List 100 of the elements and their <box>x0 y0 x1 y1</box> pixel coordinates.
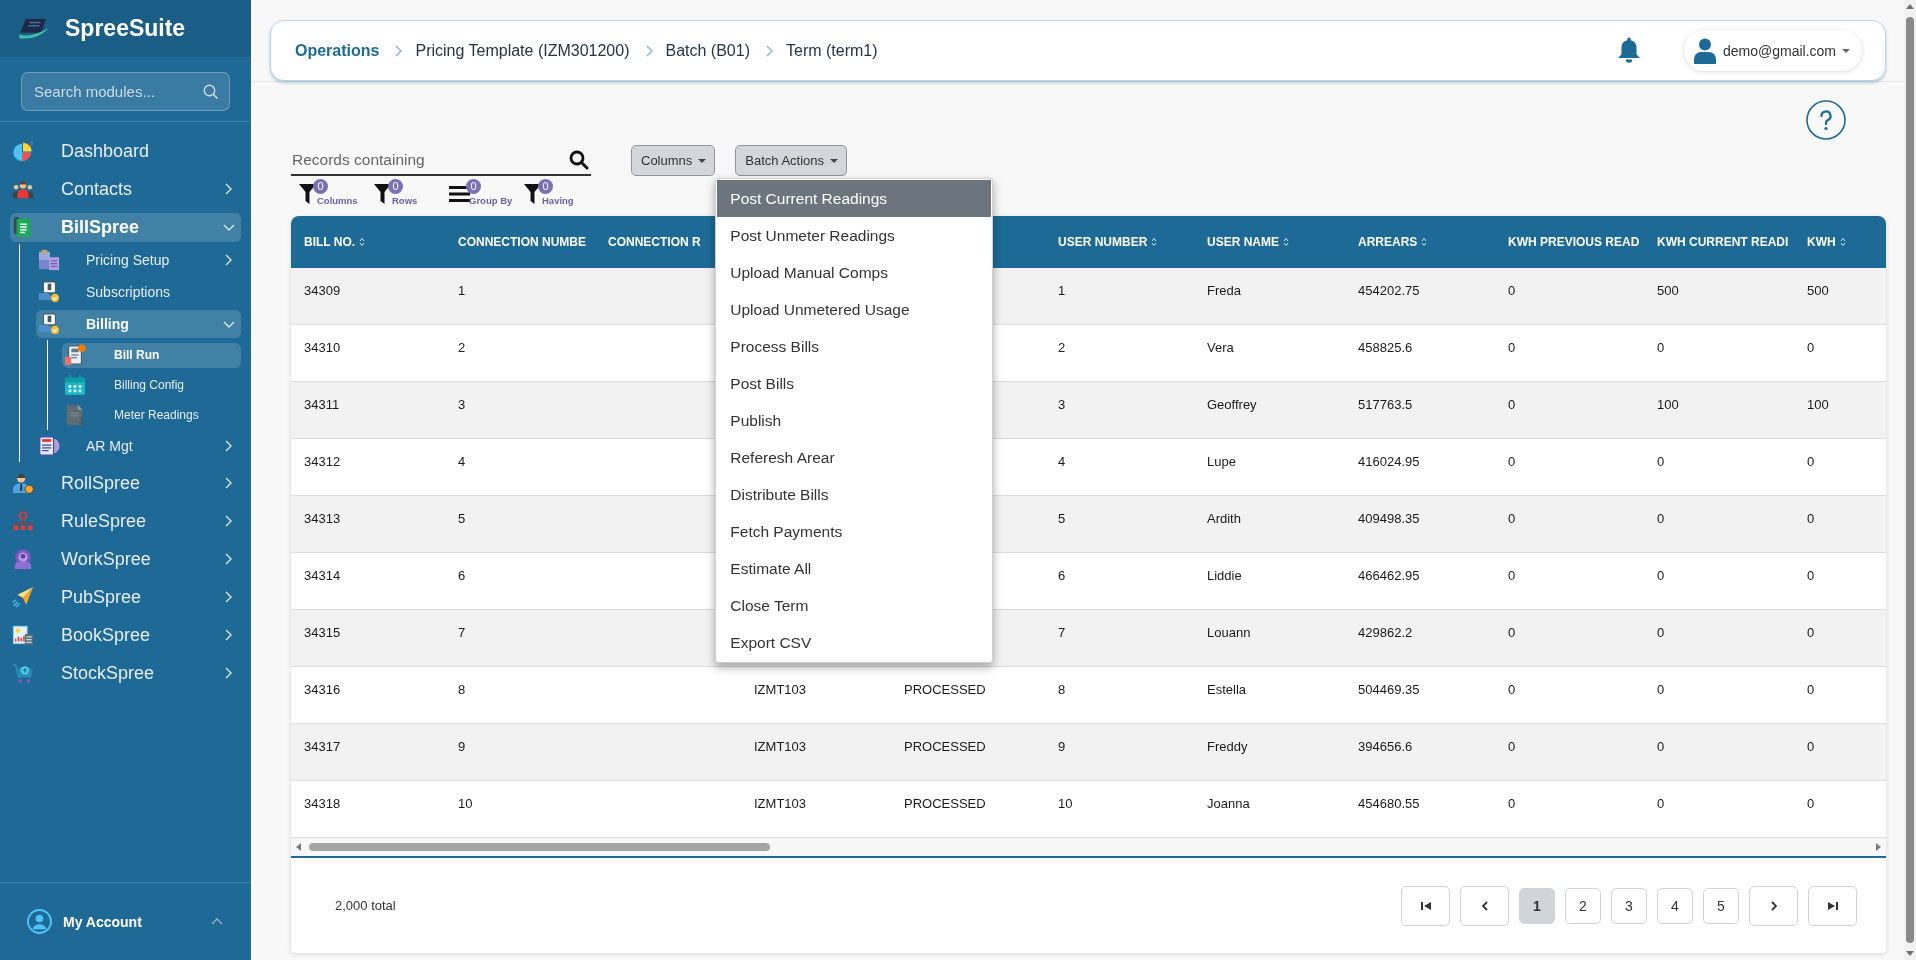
menu-item[interactable]: Fetch Payments <box>717 513 992 550</box>
scroll-up-icon[interactable] <box>1906 4 1914 9</box>
first-page-icon <box>1420 900 1431 911</box>
person-coin-icon <box>12 472 34 494</box>
sidebar-item[interactable]: Meter Readings <box>62 402 241 428</box>
table-cell-text: 34310 <box>303 339 342 355</box>
column-header[interactable]: USER NAME <box>1194 216 1345 268</box>
sidebar-item[interactable]: PubSpree <box>10 582 241 612</box>
scroll-left-icon[interactable] <box>296 843 301 851</box>
sidebar-item[interactable]: BillSpree <box>10 212 241 242</box>
menu-item[interactable]: Post Unmeter Readings <box>717 217 992 254</box>
column-header[interactable]: KWH CURRENT READI <box>1644 216 1794 268</box>
table-cell-text: 0 <box>1507 510 1517 526</box>
menu-item[interactable]: Upload Manual Comps <box>717 254 992 291</box>
sidebar-item[interactable]: Billing Config <box>62 372 241 398</box>
table-cell-text: 100 <box>1806 396 1830 412</box>
gear-person-icon <box>12 548 34 570</box>
filter-button[interactable]: Having 0 <box>524 179 599 209</box>
menu-item[interactable]: Referesh Arear <box>717 439 992 476</box>
first-page-button[interactable] <box>1401 885 1450 926</box>
menu-item[interactable]: Publish <box>717 402 992 439</box>
menu-item[interactable]: Process Bills <box>717 328 992 365</box>
chevron-up-icon <box>211 918 223 925</box>
page-button[interactable]: 5 <box>1703 887 1739 924</box>
scrollbar-thumb[interactable] <box>309 843 770 851</box>
sidebar-item[interactable]: Contacts <box>10 174 241 204</box>
count-badge: 0 <box>388 179 403 194</box>
menu-item[interactable]: Export CSV <box>717 624 992 661</box>
horizontal-scrollbar[interactable] <box>291 838 1886 856</box>
search-icon[interactable] <box>569 149 589 170</box>
menu-item[interactable]: Post Bills <box>717 365 992 402</box>
user-menu-button[interactable]: demo@gmail.com <box>1683 30 1862 71</box>
menu-item[interactable]: Estimate All <box>717 550 992 587</box>
sidebar-item[interactable]: AR Mgt <box>36 432 241 460</box>
table-cell-text: 0 <box>1507 624 1517 640</box>
sidebar-item[interactable]: Pricing Setup <box>36 246 241 274</box>
table-cell-text: 4 <box>1057 453 1067 469</box>
breadcrumb-link[interactable]: Pricing Template (IZM301200) <box>415 41 630 60</box>
breadcrumb-link[interactable]: Term (term1) <box>786 41 878 60</box>
sidebar-item[interactable]: Billing <box>36 310 241 338</box>
table-cell-text: 7 <box>1057 624 1067 640</box>
scroll-right-icon[interactable] <box>1876 843 1881 851</box>
column-header[interactable]: USER NUMBER <box>1045 216 1194 268</box>
account-button[interactable]: My Account <box>27 909 223 934</box>
table-cell-text: 34313 <box>303 510 342 526</box>
column-header[interactable]: BILL NO. <box>291 216 445 268</box>
table-cell-text: 0 <box>1656 510 1666 526</box>
vertical-scrollbar[interactable] <box>1904 0 1916 960</box>
last-page-button[interactable] <box>1808 885 1857 926</box>
filter-button[interactable]: Group By 0 <box>449 179 524 209</box>
filter-button[interactable]: Rows 0 <box>374 179 449 209</box>
sidebar-item[interactable]: RuleSpree <box>10 506 241 536</box>
menu-item[interactable]: Post Current Readings <box>717 180 992 217</box>
page-button[interactable]: 4 <box>1657 887 1693 924</box>
avatar-icon <box>27 909 52 934</box>
column-header[interactable]: CONNECTION NUMBE <box>445 216 595 268</box>
table-cell-text: 0 <box>1806 339 1816 355</box>
column-header[interactable]: ARREARS <box>1345 216 1495 268</box>
table-cell-text: 504469.35 <box>1357 681 1421 697</box>
sidebar-item[interactable]: Dashboard <box>10 136 241 166</box>
dropdown-button[interactable]: Columns <box>631 145 716 176</box>
chevron-right-icon <box>645 44 653 57</box>
table-cell-text: IZMT103 <box>753 738 807 754</box>
scroll-down-icon[interactable] <box>1906 951 1914 956</box>
calendar-icon <box>64 374 86 396</box>
table-cell-text: 0 <box>1806 624 1816 640</box>
sidebar-item[interactable]: StockSpree <box>10 658 241 688</box>
table-cell-text: Louann <box>1206 624 1252 640</box>
scrollbar-thumb[interactable] <box>1906 17 1914 943</box>
table-cell-text: 1 <box>1057 282 1067 298</box>
breadcrumb-link[interactable]: Batch (B01) <box>665 41 750 60</box>
menu-item[interactable]: Upload Unmetered Usage <box>717 291 992 328</box>
page-button[interactable]: 2 <box>1565 887 1601 924</box>
sidebar-item[interactable]: WorkSpree <box>10 544 241 574</box>
table-cell-text: 1 <box>457 282 467 298</box>
lines-icon <box>449 186 470 202</box>
chevron-right-icon <box>1770 900 1777 911</box>
table-cell-text: Lupe <box>1206 453 1237 469</box>
search-field[interactable]: Records containing <box>291 145 591 176</box>
dropdown-button[interactable]: Batch Actions <box>735 145 848 176</box>
people-icon <box>12 178 34 200</box>
table-cell-text: 3 <box>457 396 467 412</box>
help-icon[interactable] <box>1806 100 1846 140</box>
sidebar-item[interactable]: Subscriptions <box>36 278 241 306</box>
table-cell-text: 8 <box>1057 681 1067 697</box>
sidebar-item[interactable]: Bill Run <box>62 342 241 368</box>
chevron-right-icon <box>766 44 773 57</box>
page-button[interactable]: 1 <box>1519 887 1555 924</box>
filter-button[interactable]: Columns 0 <box>299 179 374 209</box>
paper-plane-icon <box>12 586 34 608</box>
table-cell-text: 517763.5 <box>1357 396 1414 412</box>
sort-icon <box>359 237 366 247</box>
page-button[interactable]: 3 <box>1611 887 1647 924</box>
menu-item[interactable]: Close Term <box>717 587 992 624</box>
column-header[interactable]: KWH PREVIOUS READ <box>1495 216 1644 268</box>
sidebar-item[interactable]: RollSpree <box>10 468 241 498</box>
breadcrumb-link[interactable]: Operations <box>295 41 380 60</box>
menu-item[interactable]: Distribute Bills <box>717 476 992 513</box>
sidebar-item[interactable]: BookSpree <box>10 620 241 650</box>
column-header[interactable]: KWH <box>1794 216 1886 268</box>
